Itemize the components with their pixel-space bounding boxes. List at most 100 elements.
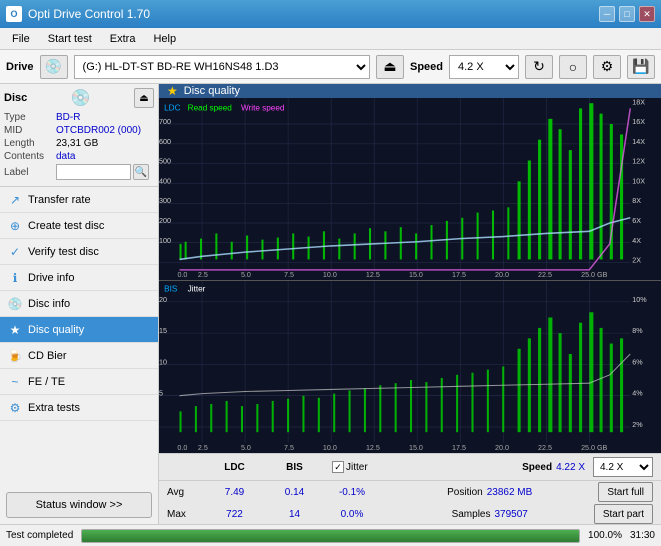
disc-icon: 💿 — [71, 88, 91, 108]
content-area: ★ Disc quality — [159, 84, 661, 524]
svg-text:22.5: 22.5 — [538, 270, 552, 279]
svg-text:20: 20 — [159, 295, 167, 304]
app-icon: O — [6, 6, 22, 22]
svg-text:10.0: 10.0 — [323, 270, 337, 279]
disc-panel: Disc 💿 ⏏ Type BD-R MID OTCBDR002 (000) L… — [0, 84, 158, 187]
menu-start-test[interactable]: Start test — [40, 31, 100, 47]
position-label: Position — [447, 487, 483, 498]
nav-label-transfer-rate: Transfer rate — [28, 194, 91, 206]
svg-text:LDC: LDC — [164, 103, 180, 112]
avg-jitter: -0.1% — [322, 487, 382, 498]
nav-icon-drive-info: ℹ — [8, 271, 22, 285]
contents-label: Contents — [4, 151, 56, 162]
nav-label-disc-info: Disc info — [28, 298, 70, 310]
nav-item-disc-quality[interactable]: ★Disc quality — [0, 317, 158, 343]
chart1-area: LDC Read speed Write speed 18X 16X 14X 1… — [159, 98, 661, 280]
maximize-button[interactable]: □ — [619, 6, 635, 22]
speed-label: Speed — [410, 61, 443, 73]
drive-select[interactable]: (G:) HL-DT-ST BD-RE WH16NS48 1.D3 — [74, 55, 370, 79]
svg-text:7.5: 7.5 — [284, 443, 294, 452]
svg-text:BIS: BIS — [164, 285, 178, 294]
type-value: BD-R — [56, 112, 80, 123]
menu-file[interactable]: File — [4, 31, 38, 47]
max-label: Max — [167, 509, 202, 520]
status-window-button[interactable]: Status window >> — [6, 492, 152, 518]
jitter-checkbox[interactable]: ✓ Jitter — [332, 461, 368, 473]
contents-value: data — [56, 151, 75, 162]
svg-text:15: 15 — [159, 326, 167, 335]
type-label: Type — [4, 112, 56, 123]
samples-label: Samples — [452, 509, 491, 520]
svg-text:20.0: 20.0 — [495, 270, 509, 279]
length-value: 23,31 GB — [56, 138, 98, 149]
quality-header: ★ Disc quality — [159, 84, 661, 98]
svg-text:14X: 14X — [632, 137, 645, 146]
chart2-svg: BIS Jitter 10% 8% 6% 4% 2% 20 15 10 5 — [159, 281, 661, 453]
svg-text:25.0 GB: 25.0 GB — [581, 443, 607, 452]
svg-text:20.0: 20.0 — [495, 443, 509, 452]
progress-fill — [82, 530, 579, 542]
disc-button[interactable]: ○ — [559, 55, 587, 79]
ldc-col-header: LDC — [202, 462, 267, 473]
speed-select[interactable]: 4.2 X — [449, 55, 519, 79]
svg-text:700: 700 — [159, 117, 171, 126]
bis-col-header: BIS — [267, 462, 322, 473]
checkbox-icon[interactable]: ✓ — [332, 461, 344, 473]
disc-title: Disc — [4, 92, 27, 104]
svg-text:5.0: 5.0 — [241, 270, 251, 279]
svg-text:600: 600 — [159, 137, 171, 146]
nav-item-create-test-disc[interactable]: ⊕Create test disc — [0, 213, 158, 239]
nav-item-extra-tests[interactable]: ⚙Extra tests — [0, 395, 158, 421]
close-button[interactable]: ✕ — [639, 6, 655, 22]
mid-value: OTCBDR002 (000) — [56, 125, 141, 136]
menu-extra[interactable]: Extra — [102, 31, 144, 47]
svg-text:17.5: 17.5 — [452, 443, 466, 452]
nav-item-cd-bier[interactable]: 🍺CD Bier — [0, 343, 158, 369]
svg-text:300: 300 — [159, 196, 171, 205]
svg-text:6%: 6% — [632, 358, 643, 367]
save-button[interactable]: 💾 — [627, 55, 655, 79]
nav-item-disc-info[interactable]: 💿Disc info — [0, 291, 158, 317]
position-value: 23862 MB — [487, 487, 533, 498]
disc-eject-button[interactable]: ⏏ — [134, 88, 154, 108]
svg-text:18X: 18X — [632, 98, 645, 106]
minimize-button[interactable]: ─ — [599, 6, 615, 22]
start-part-button[interactable]: Start part — [594, 504, 653, 524]
speed-dropdown[interactable]: 4.2 X — [593, 457, 653, 477]
status-text: Test completed — [6, 530, 73, 541]
max-ldc: 722 — [202, 509, 267, 520]
svg-text:2%: 2% — [632, 420, 643, 429]
start-full-button[interactable]: Start full — [598, 482, 653, 502]
speed-stat-label: Speed — [522, 462, 552, 473]
mid-label: MID — [4, 125, 56, 136]
nav-item-transfer-rate[interactable]: ↗Transfer rate — [0, 187, 158, 213]
nav-item-drive-info[interactable]: ℹDrive info — [0, 265, 158, 291]
label-button[interactable]: 🔍 — [133, 164, 149, 180]
refresh-button[interactable]: ↻ — [525, 55, 553, 79]
svg-text:0.0: 0.0 — [177, 270, 187, 279]
svg-text:2.5: 2.5 — [198, 443, 208, 452]
drive-label: Drive — [6, 61, 34, 73]
settings-button[interactable]: ⚙ — [593, 55, 621, 79]
svg-text:2X: 2X — [632, 256, 641, 265]
svg-text:0.0: 0.0 — [177, 443, 187, 452]
nav-icon-extra-tests: ⚙ — [8, 401, 22, 415]
svg-text:16X: 16X — [632, 117, 645, 126]
drive-icon: 💿 — [40, 55, 68, 79]
nav-container: ↗Transfer rate⊕Create test disc✓Verify t… — [0, 187, 158, 421]
svg-text:2.5: 2.5 — [198, 270, 208, 279]
nav-label-create-test-disc: Create test disc — [28, 220, 104, 232]
nav-item-fe-te[interactable]: ~FE / TE — [0, 369, 158, 395]
chart1-svg: LDC Read speed Write speed 18X 16X 14X 1… — [159, 98, 661, 280]
drive-bar: Drive 💿 (G:) HL-DT-ST BD-RE WH16NS48 1.D… — [0, 50, 661, 84]
svg-text:4X: 4X — [632, 236, 641, 245]
quality-icon: ★ — [167, 84, 178, 98]
svg-text:10%: 10% — [632, 295, 647, 304]
label-input[interactable] — [56, 164, 131, 180]
nav-item-verify-test-disc[interactable]: ✓Verify test disc — [0, 239, 158, 265]
main-layout: Disc 💿 ⏏ Type BD-R MID OTCBDR002 (000) L… — [0, 84, 661, 524]
menu-help[interactable]: Help — [145, 31, 184, 47]
svg-text:Jitter: Jitter — [188, 285, 206, 294]
eject-button[interactable]: ⏏ — [376, 55, 404, 79]
samples-value: 379507 — [494, 509, 527, 520]
